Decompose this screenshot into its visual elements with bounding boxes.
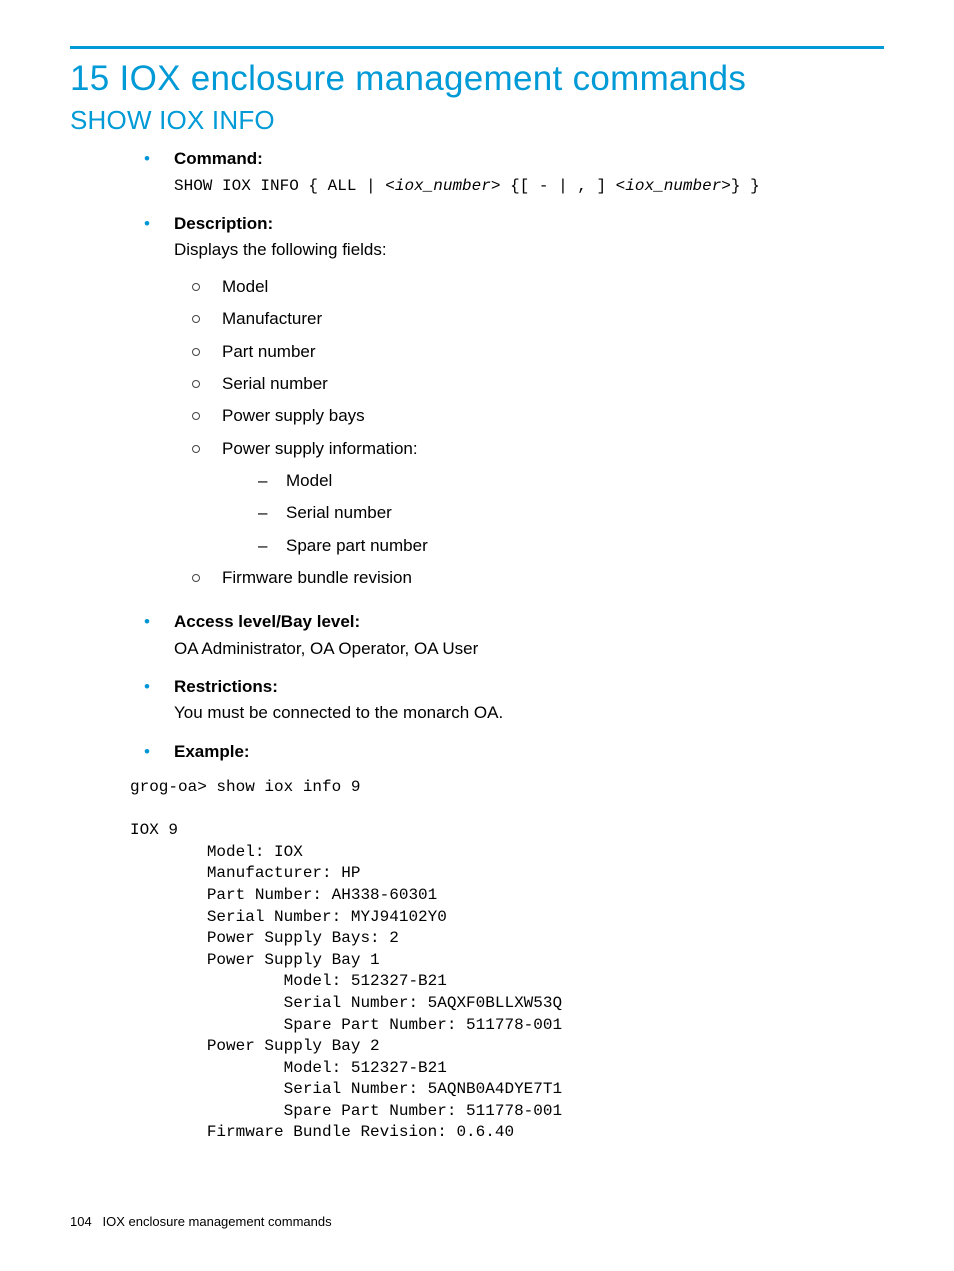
- example-output: grog-oa> show iox info 9 IOX 9 Model: IO…: [130, 777, 884, 1144]
- definition-list: Command: SHOW IOX INFO { ALL | <iox_numb…: [130, 146, 884, 769]
- field-item: Power supply bays: [182, 403, 884, 429]
- field-list: Model Manufacturer Part number Serial nu…: [182, 274, 884, 591]
- access-item: Access level/Bay level: OA Administrator…: [130, 609, 884, 666]
- description-item: Description: Displays the following fiel…: [130, 211, 884, 601]
- restrictions-text: You must be connected to the monarch OA.: [174, 703, 503, 722]
- chapter-title: 15 IOX enclosure management commands: [70, 59, 884, 99]
- command-item: Command: SHOW IOX INFO { ALL | <iox_numb…: [130, 146, 884, 203]
- access-text: OA Administrator, OA Operator, OA User: [174, 639, 478, 658]
- psi-label: Power supply information:: [222, 439, 418, 458]
- access-label: Access level/Bay level:: [174, 612, 360, 631]
- psi-item: Model: [252, 468, 884, 494]
- field-item: Part number: [182, 339, 884, 365]
- page-footer: 104 IOX enclosure management commands: [70, 1214, 332, 1229]
- footer-text: IOX enclosure management commands: [103, 1214, 332, 1229]
- restrictions-label: Restrictions:: [174, 677, 278, 696]
- command-syntax: SHOW IOX INFO { ALL | <iox_number> {[ - …: [174, 177, 760, 195]
- field-item: Manufacturer: [182, 306, 884, 332]
- field-item-psi: Power supply information: Model Serial n…: [182, 436, 884, 559]
- psi-item: Serial number: [252, 500, 884, 526]
- field-item: Firmware bundle revision: [182, 565, 884, 591]
- page-number: 104: [70, 1214, 92, 1229]
- field-item: Model: [182, 274, 884, 300]
- psi-sublist: Model Serial number Spare part number: [252, 468, 884, 559]
- psi-item: Spare part number: [252, 533, 884, 559]
- restrictions-item: Restrictions: You must be connected to t…: [130, 674, 884, 731]
- field-item: Serial number: [182, 371, 884, 397]
- command-label: Command:: [174, 149, 263, 168]
- description-intro: Displays the following fields:: [174, 240, 387, 259]
- example-label: Example:: [174, 742, 250, 761]
- description-label: Description:: [174, 214, 273, 233]
- top-rule: [70, 46, 884, 49]
- example-item: Example:: [130, 739, 884, 769]
- section-title: SHOW IOX INFO: [70, 105, 884, 136]
